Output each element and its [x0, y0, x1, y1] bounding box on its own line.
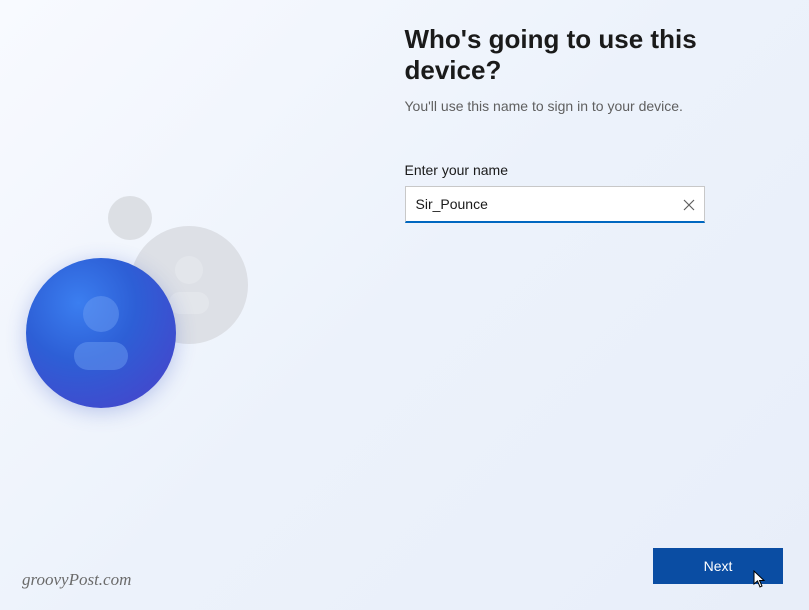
- close-icon: [683, 199, 695, 211]
- page-subheading: You'll use this name to sign in to your …: [405, 98, 770, 114]
- person-icon: [62, 288, 140, 378]
- page-heading: Who's going to use this device?: [405, 24, 770, 86]
- decorative-avatar-blue: [26, 258, 176, 408]
- name-input-label: Enter your name: [405, 162, 770, 178]
- name-input[interactable]: [405, 186, 705, 223]
- next-button[interactable]: Next: [653, 548, 783, 584]
- clear-input-button[interactable]: [679, 195, 699, 215]
- illustration-panel: [0, 0, 405, 610]
- name-input-wrapper: [405, 186, 705, 223]
- decorative-circle-small: [108, 196, 152, 240]
- watermark-text: groovyPost.com: [22, 570, 131, 590]
- form-panel: Who's going to use this device? You'll u…: [405, 0, 809, 610]
